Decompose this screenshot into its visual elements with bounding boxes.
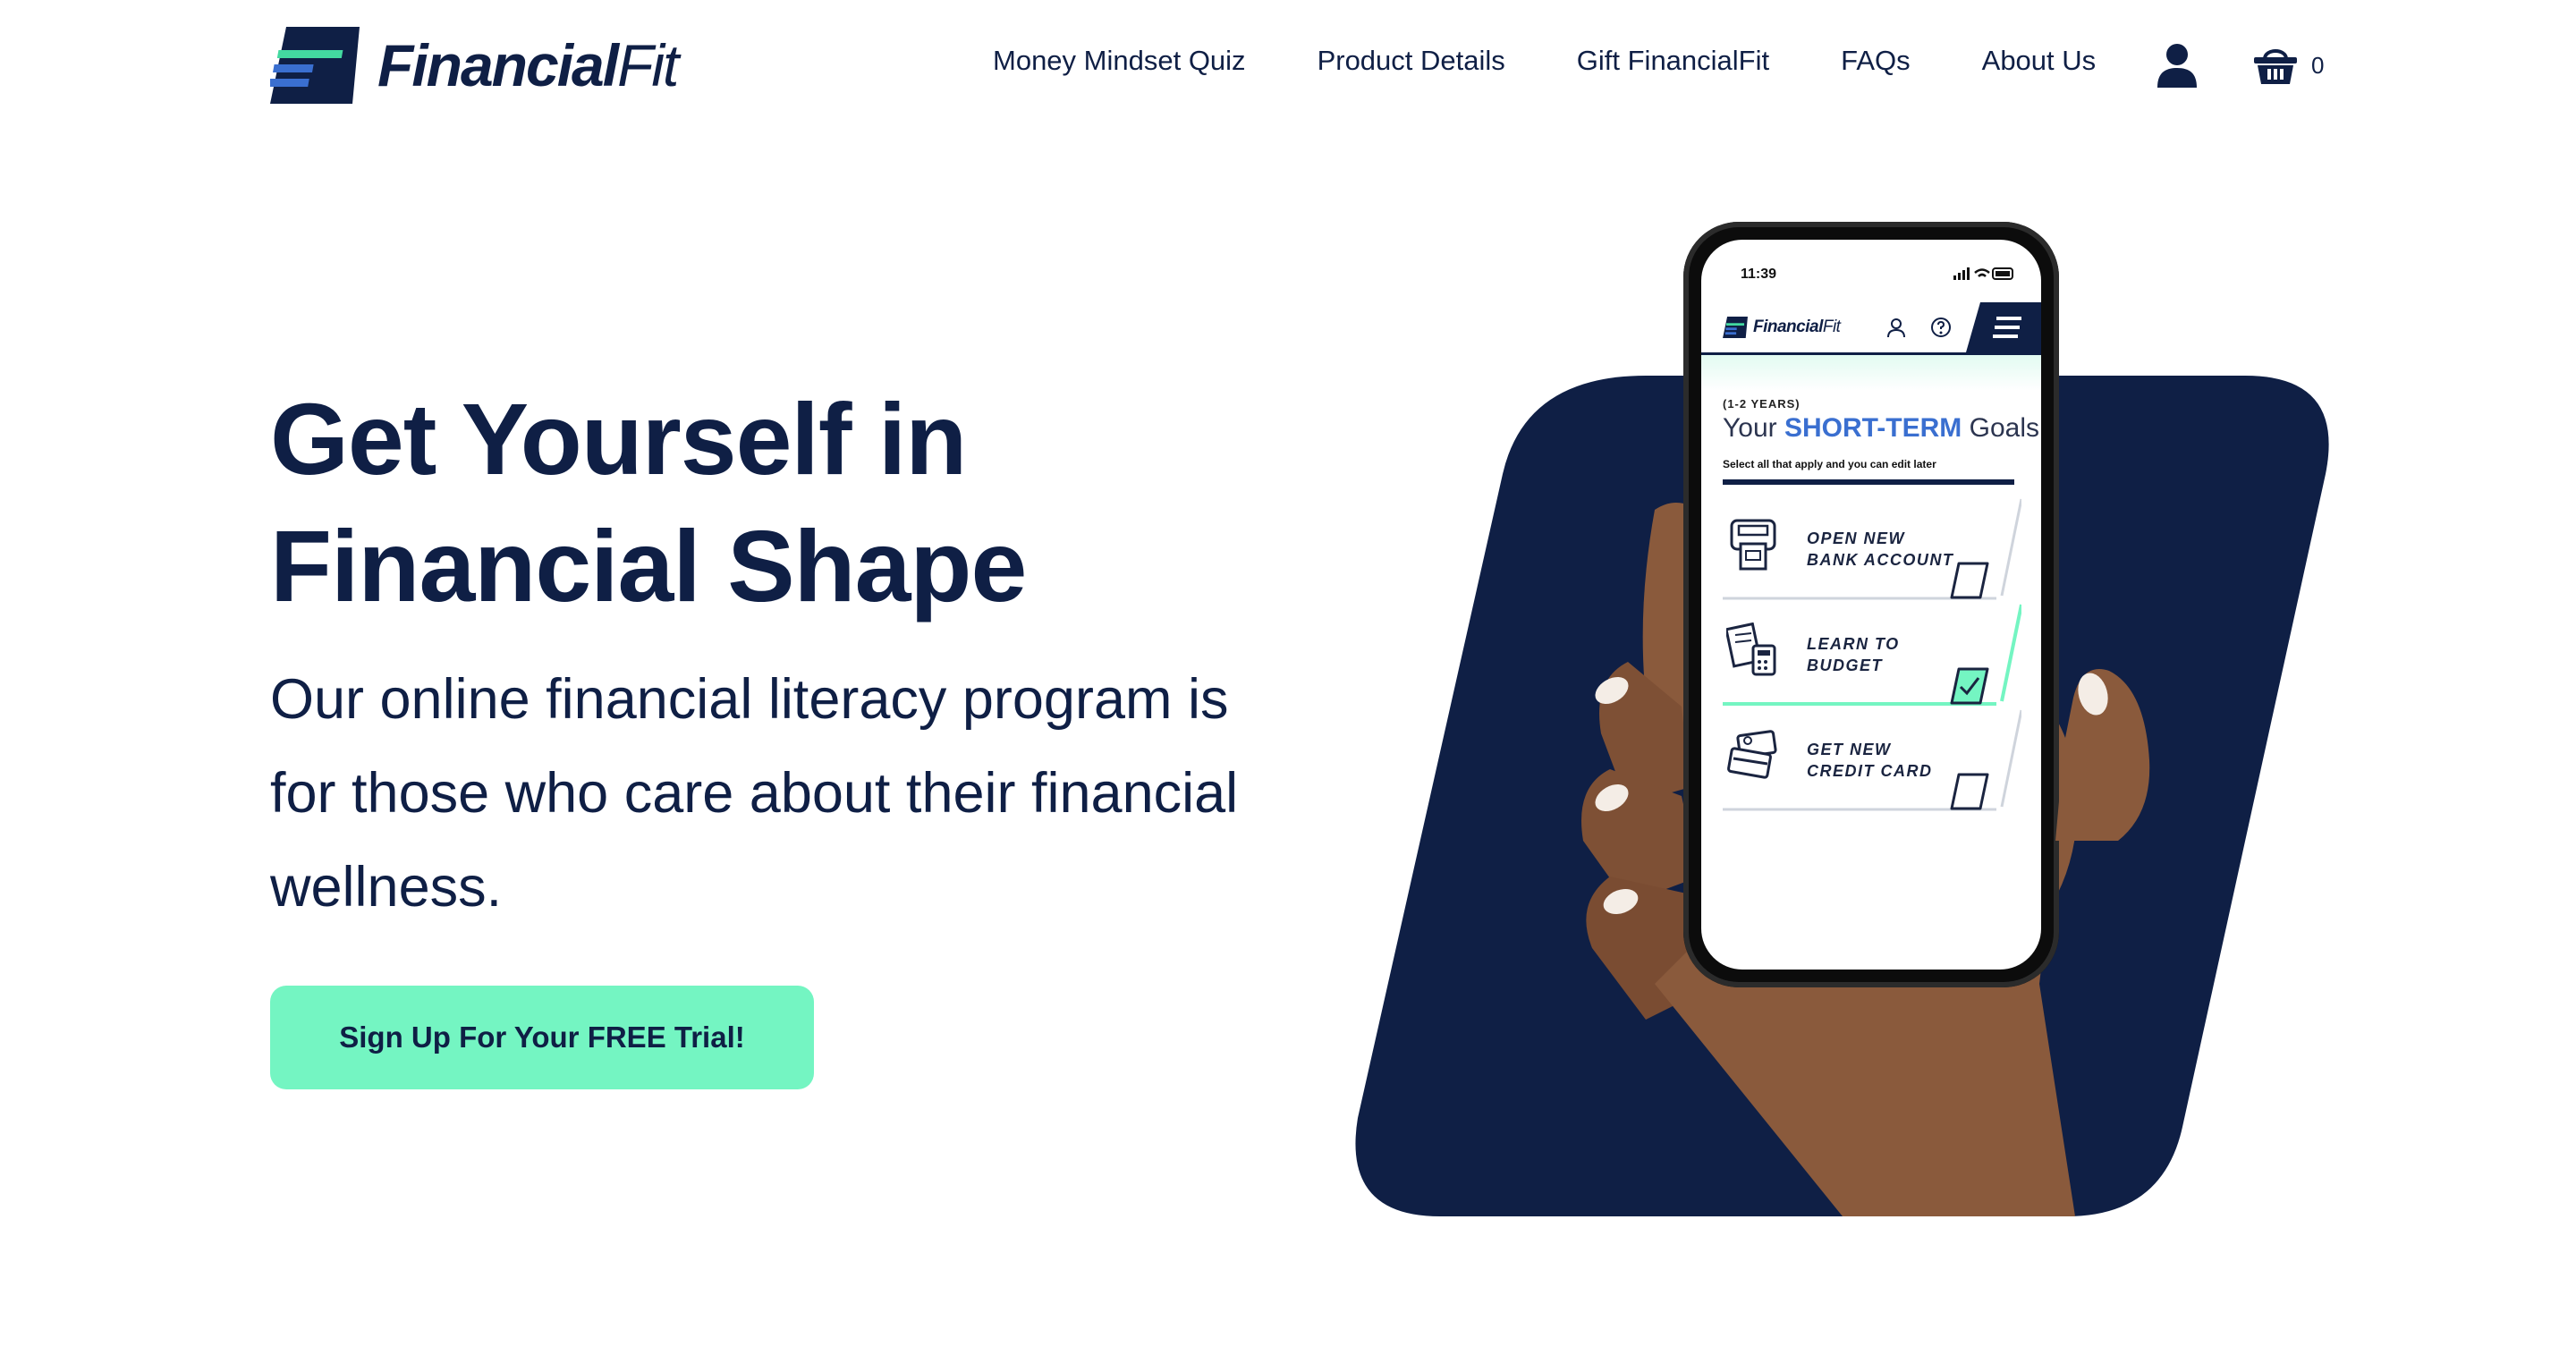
logo-mark-icon bbox=[270, 27, 360, 104]
app-header: FinancialFit bbox=[1701, 302, 2041, 355]
nav-money-mindset-quiz[interactable]: Money Mindset Quiz bbox=[993, 45, 1246, 77]
logo-text: FinancialFit bbox=[377, 32, 679, 98]
goal-option-get-new-credit-card[interactable]: GET NEW CREDIT CARD bbox=[1723, 708, 2021, 814]
user-icon[interactable] bbox=[2157, 43, 2197, 88]
nav-product-details[interactable]: Product Details bbox=[1318, 45, 1505, 77]
app-logo-text: FinancialFit bbox=[1753, 318, 1841, 336]
goals-divider bbox=[1723, 479, 2014, 485]
phone-screen: 11:39 FinancialFit (1-2 YEARS) Your SHOR… bbox=[1701, 240, 2041, 970]
nav-gift-financialfit[interactable]: Gift FinancialFit bbox=[1577, 45, 1769, 77]
checkbox-unchecked-icon[interactable] bbox=[1950, 562, 1989, 599]
help-icon[interactable] bbox=[1930, 317, 1952, 338]
site-header: FinancialFit Money Mindset Quiz Product … bbox=[0, 0, 2576, 134]
hero-title-line-2: Financial Shape bbox=[270, 510, 1027, 622]
basket-icon[interactable] bbox=[2254, 43, 2297, 86]
goals-timeframe: (1-2 YEARS) bbox=[1723, 397, 1801, 411]
checkbox-checked-icon[interactable] bbox=[1950, 667, 1989, 705]
phone-mockup: 11:39 FinancialFit (1-2 YEARS) Your SHOR… bbox=[1683, 222, 2059, 987]
goal-option-learn-to-budget[interactable]: LEARN TO BUDGET bbox=[1723, 603, 2021, 708]
nav-faqs[interactable]: FAQs bbox=[1841, 45, 1911, 77]
hamburger-menu-icon[interactable] bbox=[1966, 302, 2041, 352]
phone-status-bar: 11:39 bbox=[1701, 240, 2041, 293]
app-user-icon[interactable] bbox=[1885, 317, 1907, 338]
main-nav: Money Mindset Quiz Product Details Gift … bbox=[993, 45, 2096, 77]
cart-count: 0 bbox=[2311, 52, 2325, 79]
phone-clock: 11:39 bbox=[1741, 267, 1777, 282]
hero-title: Get Yourself in Financial Shape bbox=[270, 376, 1075, 630]
free-trial-signup-button[interactable]: Sign Up For Your FREE Trial! bbox=[270, 986, 814, 1089]
brand-logo[interactable]: FinancialFit bbox=[270, 27, 679, 104]
hero-title-line-1: Get Yourself in bbox=[270, 383, 967, 495]
goal-option-open-bank-account[interactable]: OPEN NEW BANK ACCOUNT bbox=[1723, 497, 2021, 603]
thumb-illustration bbox=[2055, 669, 2150, 841]
signal-wifi-battery-icon bbox=[1953, 267, 2013, 280]
goals-heading: Your SHORT-TERM Goals bbox=[1723, 413, 2039, 443]
checkbox-unchecked-icon[interactable] bbox=[1950, 773, 1989, 810]
app-logo: FinancialFit bbox=[1723, 317, 1841, 338]
goals-instruction: Select all that apply and you can edit l… bbox=[1723, 458, 1936, 470]
nav-about-us[interactable]: About Us bbox=[1982, 45, 2097, 77]
hero-subtitle: Our online financial literacy program is… bbox=[270, 668, 1239, 919]
app-logo-mark-icon bbox=[1723, 317, 1748, 338]
header-gradient bbox=[1701, 355, 2041, 391]
